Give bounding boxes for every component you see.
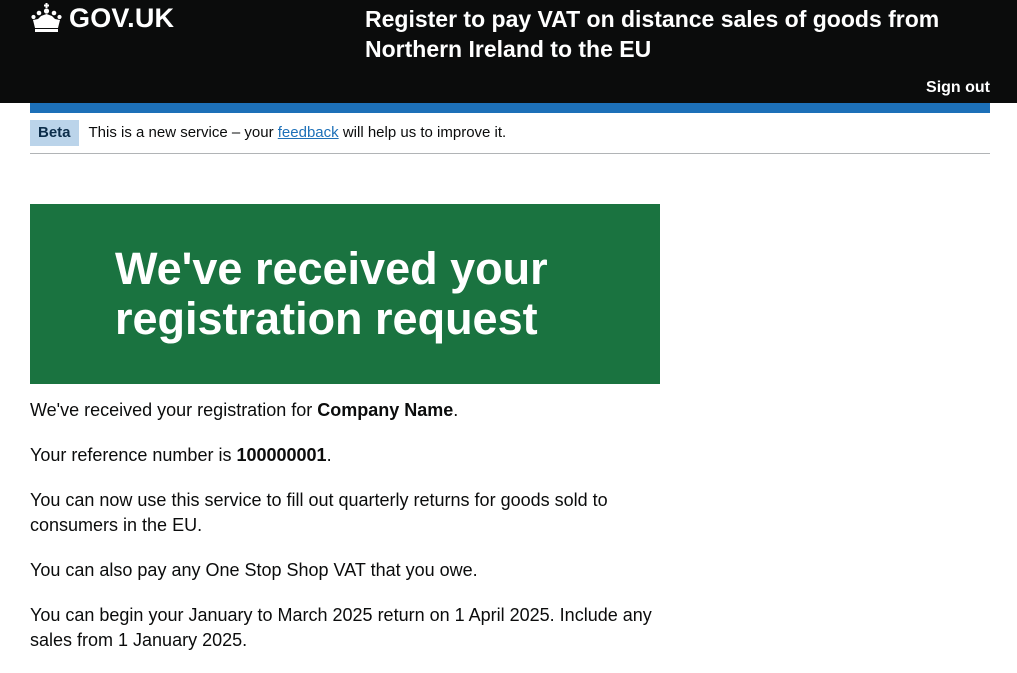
govuk-logo-link[interactable]: GOV.UK [30, 3, 174, 33]
service-name-link[interactable]: Register to pay VAT on distance sales of… [365, 4, 985, 64]
p1-after: . [453, 400, 459, 420]
company-name: Company Name [317, 400, 454, 420]
confirmation-panel: We've received your registration request [30, 204, 660, 384]
returns-paragraph: You can now use this service to fill out… [30, 490, 608, 535]
main-content: We've received your registration for Com… [30, 398, 670, 673]
registration-paragraph: We've received your registration for Com… [30, 398, 670, 423]
site-header: GOV.UK Register to pay VAT on distance s… [0, 0, 1017, 103]
beta-tag: Beta [30, 120, 79, 146]
header-accent-bar [30, 103, 990, 113]
p2-after: . [326, 445, 332, 465]
phase-text-after: will help us to improve it. [338, 124, 507, 141]
crown-icon [30, 3, 63, 33]
feedback-link[interactable]: feedback [278, 124, 339, 141]
sign-out-link[interactable]: Sign out [926, 78, 990, 98]
phase-banner-text: This is a new service – your feedback wi… [89, 120, 507, 146]
logo-text: GOV.UK [69, 3, 175, 33]
begin-return-paragraph: You can begin your January to March 2025… [30, 605, 652, 650]
reference-paragraph: Your reference number is 100000001. [30, 443, 670, 468]
p1-before: We've received your registration for [30, 400, 318, 420]
reference-number: 100000001 [236, 445, 327, 465]
p2-before: Your reference number is [30, 445, 237, 465]
panel-title: We've received your registration request [115, 243, 548, 344]
phase-banner: Beta This is a new service – your feedba… [30, 120, 990, 154]
phase-text-before: This is a new service – your [88, 124, 278, 141]
pay-paragraph: You can also pay any One Stop Shop VAT t… [30, 560, 478, 580]
